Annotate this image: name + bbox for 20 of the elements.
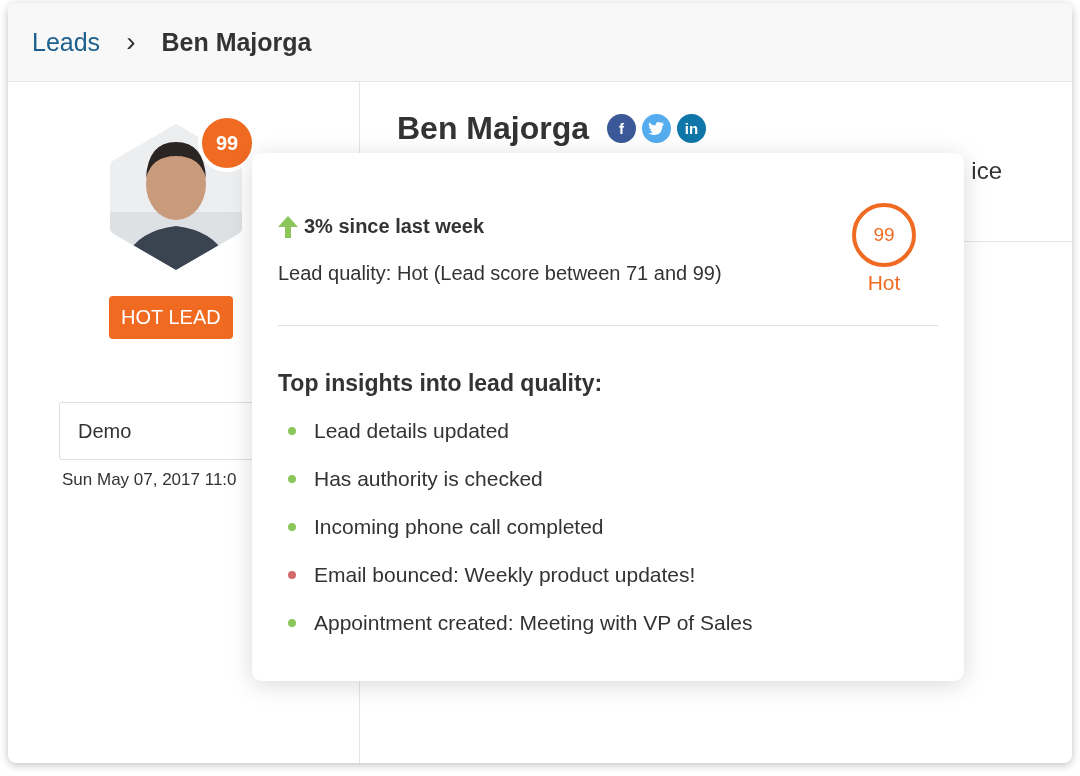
rating-text: Hot (867, 271, 901, 295)
facebook-icon[interactable]: f (607, 114, 637, 143)
chevron-icon: › (126, 26, 136, 58)
insight-text: Incoming phone call completed (314, 515, 604, 539)
bird-icon[interactable] (642, 114, 672, 143)
up-arrow-icon (278, 215, 298, 238)
score-ring: 99 (852, 203, 916, 267)
hot-lead-badge: HOT LEAD (109, 296, 233, 339)
lead-name: Ben Majorga (397, 110, 590, 147)
insights-heading: Top insights into lead quality: (278, 370, 604, 397)
insight-text: Has authority is checked (314, 467, 543, 491)
breadcrumb-link[interactable]: Leads (32, 27, 101, 57)
insight-text: Email bounced: Weekly product updates! (314, 563, 696, 587)
linkedin-icon[interactable]: in (677, 114, 707, 143)
profile-text: ice (971, 157, 1002, 185)
trend-text: 3% since last week (304, 215, 485, 238)
insight-text: Appointment created: Meeting with VP of Sales (314, 611, 753, 635)
breadcrumb-current: Ben Majorga (161, 27, 312, 57)
date-text: Sun May 07, 2017 11:0 (62, 470, 237, 490)
quality-text: Lead quality: Hot (Lead score between 71 and 99) (278, 262, 722, 285)
